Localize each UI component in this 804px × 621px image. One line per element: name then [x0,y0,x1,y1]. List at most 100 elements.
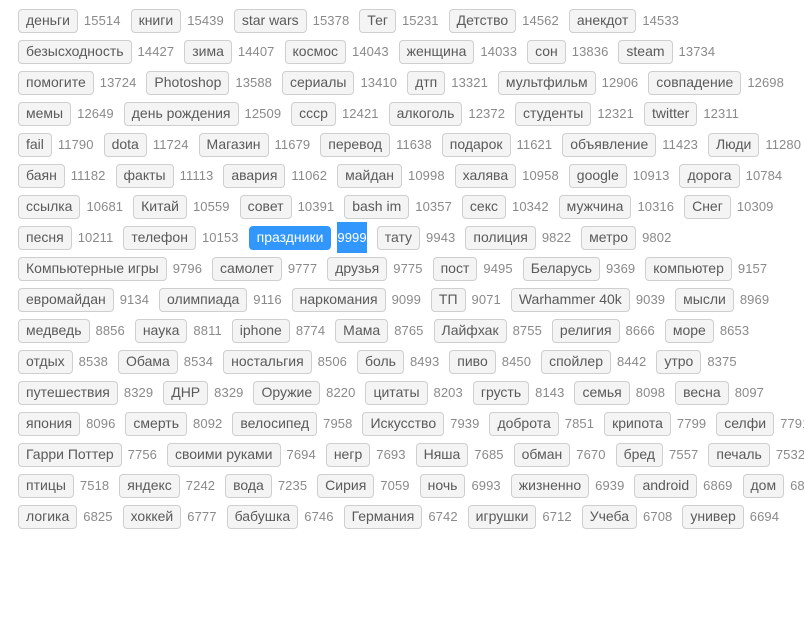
tag-link[interactable]: деньги [18,8,78,33]
tag-link[interactable]: баян [18,163,65,188]
tag-link[interactable]: Магазин [198,132,269,157]
tag-link[interactable]: книги [130,8,182,33]
tag-link[interactable]: Няша [415,442,469,467]
tag-link[interactable]: подарок [441,132,511,157]
tag-link[interactable]: женщина [398,39,475,64]
tag-link[interactable]: зима [184,39,232,64]
tag-link[interactable]: селфи [716,411,775,436]
tag-link[interactable]: халява [454,163,517,188]
tag-link[interactable]: Гарри Поттер [18,442,122,467]
tag-link[interactable]: весна [675,380,729,405]
tag-link[interactable]: космос [284,39,346,64]
tag-link[interactable]: сериалы [282,70,355,95]
tag-link[interactable]: ссылка [18,194,81,219]
tag-link[interactable]: компьютер [645,256,732,281]
tag-link[interactable]: цитаты [365,380,428,405]
tag-link[interactable]: Компьютерные игры [18,256,167,281]
tag-link[interactable]: ночь [419,473,466,498]
tag-link[interactable]: жизненно [510,473,590,498]
tag-link[interactable]: бабушка [226,504,299,529]
tag-link[interactable]: игрушки [467,504,537,529]
tag-link[interactable]: путешествия [18,380,118,405]
tag-link[interactable]: наука [134,318,188,343]
tag-link[interactable]: ностальгия [223,349,312,374]
tag-link[interactable]: хоккей [122,504,182,529]
tag-link[interactable]: Детство [448,8,517,33]
tag-link[interactable]: олимпиада [159,287,248,312]
tag-link[interactable]: безысходность [18,39,132,64]
tag-link[interactable]: песня [18,225,72,250]
tag-link[interactable]: Сирия [317,473,375,498]
tag-link[interactable]: логика [18,504,78,529]
tag-link[interactable]: iphone [231,318,290,343]
tag-link[interactable]: спойлер [541,349,612,374]
tag-link[interactable]: япония [18,411,81,436]
tag-link[interactable]: друзья [327,256,388,281]
tag-link[interactable]: утро [656,349,702,374]
tag-link[interactable]: универ [682,504,744,529]
tag-link[interactable]: тату [376,225,421,250]
tag-link[interactable]: мемы [18,101,72,126]
tag-link[interactable]: Учеба [581,504,638,529]
tag-link[interactable]: крипота [604,411,671,436]
tag-link[interactable]: отдых [18,349,73,374]
tag-link[interactable]: мысли [675,287,734,312]
tag-link[interactable]: авария [223,163,286,188]
tag-link[interactable]: секс [461,194,506,219]
tag-link[interactable]: море [664,318,714,343]
tag-link[interactable]: помогите [18,70,94,95]
tag-link[interactable]: ДНР [163,380,209,405]
tag-link[interactable]: алкоголь [388,101,463,126]
tag-link[interactable]: телефон [123,225,196,250]
tag-link[interactable]: грусть [472,380,530,405]
tag-link[interactable]: dota [103,132,147,157]
tag-link[interactable]: ТП [430,287,466,312]
tag-link[interactable]: мужчина [558,194,632,219]
tag-link[interactable]: дорога [679,163,740,188]
tag-link[interactable]: Китай [133,194,187,219]
tag-link[interactable]: android [634,473,698,498]
tag-link[interactable]: перевод [320,132,391,157]
tag-link[interactable]: яндекс [119,473,180,498]
tag-link[interactable]: печаль [708,442,770,467]
tag-link[interactable]: велосипед [232,411,318,436]
tag-link[interactable]: день рождения [123,101,239,126]
tag-link[interactable]: совпадение [648,70,742,95]
tag-link[interactable]: обман [513,442,571,467]
tag-link[interactable]: совет [239,194,292,219]
tag-link[interactable]: Тег [359,8,396,33]
tag-link[interactable]: bash im [344,194,410,219]
tag-link[interactable]: fail [18,132,52,157]
tag-link[interactable]: Photoshop [146,70,230,95]
tag-link[interactable]: Беларусь [522,256,600,281]
tag-link[interactable]: Снег [684,194,731,219]
tag-link[interactable]: Люди [707,132,760,157]
tag-link[interactable]: самолет [212,256,282,281]
tag-link[interactable]: дтп [407,70,446,95]
tag-link[interactable]: Лайфхак [433,318,507,343]
tag-link[interactable]: метро [581,225,637,250]
tag-link[interactable]: twitter [643,101,698,126]
tag-link[interactable]: студенты [515,101,592,126]
tag-link[interactable]: негр [325,442,371,467]
tag-link[interactable]: steam [618,39,673,64]
tag-link[interactable]: star wars [233,8,307,33]
tag-link[interactable]: своими руками [166,442,281,467]
tag-link[interactable]: смерть [125,411,188,436]
tag-link[interactable]: анекдот [568,8,637,33]
tag-link[interactable]: объявление [562,132,657,157]
tag-link[interactable]: семья [574,380,630,405]
tag-link[interactable]: пост [432,256,478,281]
tag-link[interactable]: Мама [335,318,389,343]
tag-link[interactable]: факты [115,163,174,188]
tag-link[interactable]: пиво [449,349,496,374]
tag-link[interactable]: мультфильм [497,70,596,95]
tag-link[interactable]: google [568,163,627,188]
tag-link[interactable]: Обама [118,349,178,374]
tag-link[interactable]: Оружие [253,380,321,405]
tag-link[interactable]: бред [615,442,664,467]
tag-link[interactable]: доброта [489,411,559,436]
tag-link[interactable]: ссср [291,101,336,126]
tag-link[interactable]: евромайдан [18,287,114,312]
tag-link[interactable]: боль [356,349,404,374]
